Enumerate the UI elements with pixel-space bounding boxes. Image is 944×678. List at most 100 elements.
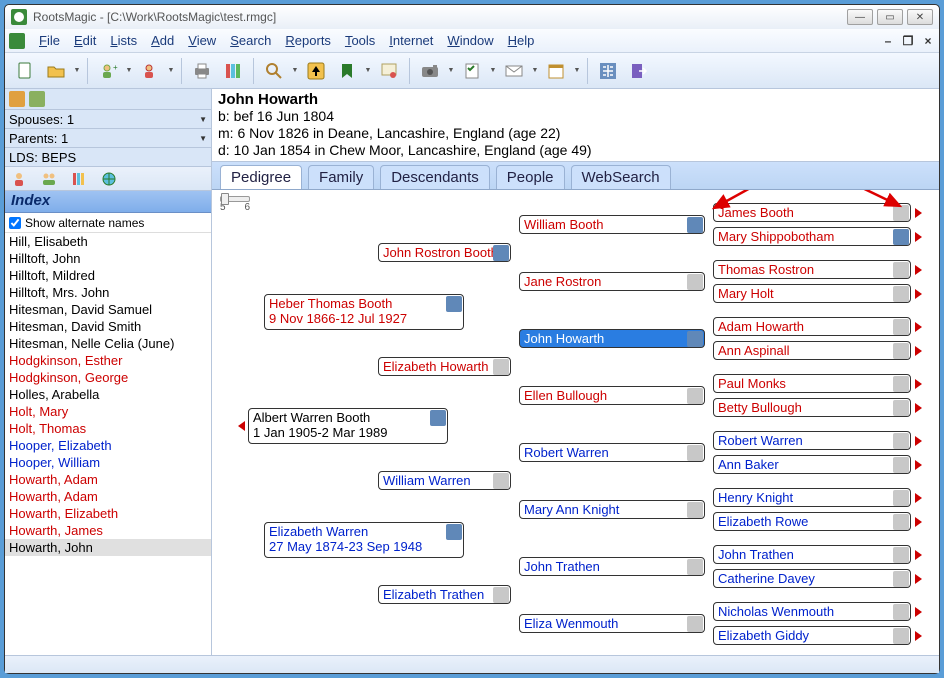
expand-right-icon[interactable] bbox=[915, 460, 922, 470]
list-item[interactable]: Hodgkinson, Esther bbox=[5, 352, 211, 369]
ped-gen4-6[interactable]: John Trathen bbox=[519, 557, 705, 576]
tree-badge-icon[interactable] bbox=[687, 559, 703, 575]
ped-gen5-2[interactable]: Thomas Rostron bbox=[713, 260, 911, 279]
list-item[interactable]: Howarth, Adam bbox=[5, 471, 211, 488]
search-dropdown[interactable]: ▼ bbox=[291, 67, 299, 74]
expand-left-icon[interactable] bbox=[238, 421, 245, 431]
menu-tools[interactable]: Tools bbox=[339, 31, 381, 50]
mdi-close[interactable]: × bbox=[921, 34, 935, 48]
ped-gen5-1[interactable]: Mary Shippobotham bbox=[713, 227, 911, 246]
ped-gen4-1[interactable]: Jane Rostron bbox=[519, 272, 705, 291]
edit-person-icon[interactable] bbox=[136, 57, 164, 85]
list-item[interactable]: Howarth, John bbox=[5, 539, 211, 556]
nav-up-icon[interactable] bbox=[302, 57, 330, 85]
tree-badge-icon[interactable] bbox=[893, 319, 909, 335]
menu-window[interactable]: Window bbox=[441, 31, 499, 50]
ped-gen3-3[interactable]: Elizabeth Trathen bbox=[378, 585, 511, 604]
tree-badge-icon[interactable] bbox=[687, 274, 703, 290]
menu-reports[interactable]: Reports bbox=[279, 31, 337, 50]
tree-badge-icon[interactable] bbox=[893, 343, 909, 359]
ped-root[interactable]: Albert Warren Booth1 Jan 1905-2 Mar 1989 bbox=[248, 408, 448, 444]
ped-gen5-4[interactable]: Adam Howarth bbox=[713, 317, 911, 336]
menu-internet[interactable]: Internet bbox=[383, 31, 439, 50]
menu-file[interactable]: File bbox=[33, 31, 66, 50]
tree-badge-icon[interactable] bbox=[893, 286, 909, 302]
todo-icon[interactable] bbox=[458, 57, 486, 85]
info-icon-1[interactable] bbox=[9, 91, 25, 107]
tree-badge-icon[interactable] bbox=[893, 400, 909, 416]
sidetab-books-icon[interactable] bbox=[69, 170, 89, 188]
list-item[interactable]: Hitesman, David Smith bbox=[5, 318, 211, 335]
books-icon[interactable] bbox=[219, 57, 247, 85]
camera-icon[interactable] bbox=[416, 57, 444, 85]
tab-family[interactable]: Family bbox=[308, 165, 374, 189]
close-button[interactable]: ✕ bbox=[907, 9, 933, 25]
tree-badge-icon[interactable] bbox=[893, 490, 909, 506]
tree-badge-icon[interactable] bbox=[893, 229, 909, 245]
tab-websearch[interactable]: WebSearch bbox=[571, 165, 671, 189]
expand-right-icon[interactable] bbox=[915, 550, 922, 560]
ped-gen3-1[interactable]: Elizabeth Howarth bbox=[378, 357, 511, 376]
minimize-button[interactable]: — bbox=[847, 9, 873, 25]
list-item[interactable]: Hitesman, Nelle Celia (June) bbox=[5, 335, 211, 352]
expand-right-icon[interactable] bbox=[915, 574, 922, 584]
ped-gen5-15[interactable]: Elizabeth Giddy bbox=[713, 626, 911, 645]
print-icon[interactable] bbox=[188, 57, 216, 85]
menu-help[interactable]: Help bbox=[502, 31, 541, 50]
mail-dropdown[interactable]: ▼ bbox=[531, 67, 539, 74]
tree-badge-icon[interactable] bbox=[893, 571, 909, 587]
expand-right-icon[interactable] bbox=[915, 379, 922, 389]
spouses-row[interactable]: Spouses: 1▼ bbox=[5, 109, 211, 128]
ped-gen5-3[interactable]: Mary Holt bbox=[713, 284, 911, 303]
alt-names-row[interactable]: Show alternate names bbox=[5, 213, 211, 233]
edit-person-dropdown[interactable]: ▼ bbox=[167, 67, 175, 74]
menu-add[interactable]: Add bbox=[145, 31, 180, 50]
open-dropdown[interactable]: ▼ bbox=[73, 67, 81, 74]
tab-pedigree[interactable]: Pedigree bbox=[220, 165, 302, 189]
ped-gen3-2[interactable]: William Warren bbox=[378, 471, 511, 490]
ped-gen4-3[interactable]: Ellen Bullough bbox=[519, 386, 705, 405]
bookmark-icon[interactable] bbox=[333, 57, 361, 85]
camera-dropdown[interactable]: ▼ bbox=[447, 67, 455, 74]
tree-badge-icon[interactable] bbox=[687, 445, 703, 461]
tab-descendants[interactable]: Descendants bbox=[380, 165, 490, 189]
ped-gen4-4[interactable]: Robert Warren bbox=[519, 443, 705, 462]
tree-badge-icon[interactable] bbox=[430, 410, 446, 426]
menu-edit[interactable]: Edit bbox=[68, 31, 102, 50]
expand-right-icon[interactable] bbox=[915, 607, 922, 617]
tree-badge-icon[interactable] bbox=[893, 457, 909, 473]
ped-gen5-8[interactable]: Robert Warren bbox=[713, 431, 911, 450]
ped-gen5-10[interactable]: Henry Knight bbox=[713, 488, 911, 507]
tree-badge-icon[interactable] bbox=[893, 433, 909, 449]
list-item[interactable]: Holt, Thomas bbox=[5, 420, 211, 437]
tree-badge-icon[interactable] bbox=[893, 628, 909, 644]
list-item[interactable]: Hilltoft, John bbox=[5, 250, 211, 267]
add-person-icon[interactable]: + bbox=[94, 57, 122, 85]
date-calc-icon[interactable] bbox=[542, 57, 570, 85]
list-item[interactable]: Hill, Elisabeth bbox=[5, 233, 211, 250]
list-item[interactable]: Hodgkinson, George bbox=[5, 369, 211, 386]
list-item[interactable]: Hilltoft, Mrs. John bbox=[5, 284, 211, 301]
new-file-icon[interactable] bbox=[11, 57, 39, 85]
tree-badge-icon[interactable] bbox=[893, 547, 909, 563]
info-icon-2[interactable] bbox=[29, 91, 45, 107]
menu-view[interactable]: View bbox=[182, 31, 222, 50]
ped-gen5-14[interactable]: Nicholas Wenmouth bbox=[713, 602, 911, 621]
pedigree-area[interactable]: 56 James BoothMary ShippobothamThomas Ro… bbox=[212, 190, 939, 655]
list-item[interactable]: Holt, Mary bbox=[5, 403, 211, 420]
sidetab-person-icon[interactable] bbox=[9, 170, 29, 188]
menu-search[interactable]: Search bbox=[224, 31, 277, 50]
ped-gen5-6[interactable]: Paul Monks bbox=[713, 374, 911, 393]
mdi-restore[interactable]: ❐ bbox=[901, 34, 915, 48]
expand-right-icon[interactable] bbox=[915, 493, 922, 503]
ped-gen5-9[interactable]: Ann Baker bbox=[713, 455, 911, 474]
tree-badge-icon[interactable] bbox=[493, 587, 509, 603]
expand-right-icon[interactable] bbox=[915, 631, 922, 641]
open-file-icon[interactable] bbox=[42, 57, 70, 85]
list-item[interactable]: Howarth, Elizabeth bbox=[5, 505, 211, 522]
sidetab-globe-icon[interactable] bbox=[99, 170, 119, 188]
ped-gen4-5[interactable]: Mary Ann Knight bbox=[519, 500, 705, 519]
date-calc-dropdown[interactable]: ▼ bbox=[573, 67, 581, 74]
expand-right-icon[interactable] bbox=[915, 232, 922, 242]
tree-badge-icon[interactable] bbox=[893, 262, 909, 278]
